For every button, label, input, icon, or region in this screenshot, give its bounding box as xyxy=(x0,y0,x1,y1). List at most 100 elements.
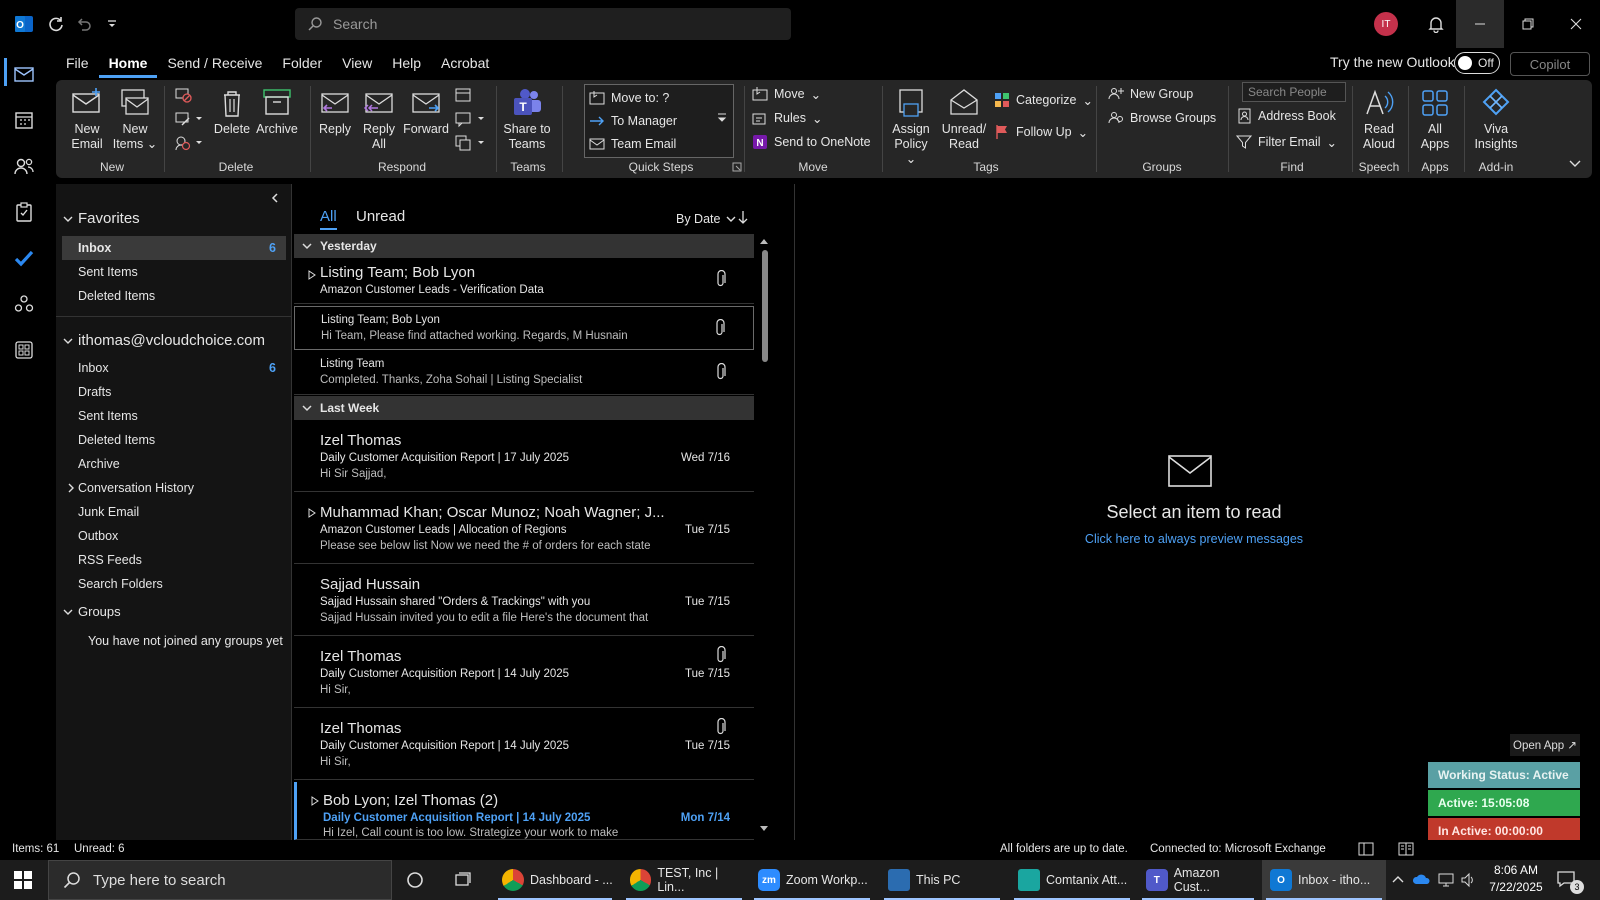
reply-all-button[interactable]: Reply All xyxy=(358,86,400,152)
tab-send-receive[interactable]: Send / Receive xyxy=(157,48,272,78)
tab-home[interactable]: Home xyxy=(98,48,158,78)
tab-all[interactable]: All xyxy=(320,208,337,230)
folder-archive[interactable]: Archive xyxy=(78,452,286,476)
reading-view-icon[interactable] xyxy=(1398,842,1414,856)
reply-button[interactable]: Reply xyxy=(314,86,356,137)
sort-by-date-button[interactable]: By Date xyxy=(676,212,736,226)
tab-acrobat[interactable]: Acrobat xyxy=(431,48,499,78)
ribbon-collapse-icon[interactable] xyxy=(1568,158,1582,170)
folder-outbox[interactable]: Outbox xyxy=(78,524,286,548)
more-respond-icon[interactable] xyxy=(454,134,486,152)
new-group-button[interactable]: New Group xyxy=(1108,84,1193,104)
always-preview-link[interactable]: Click here to always preview messages xyxy=(795,532,1593,546)
account-header[interactable]: ithomas@vcloudchoice.com xyxy=(62,332,265,349)
folder-favorite-deleted-items[interactable]: Deleted Items xyxy=(78,284,286,308)
all-apps-button[interactable]: All Apps xyxy=(1412,86,1458,152)
apps-grid-icon[interactable] xyxy=(12,338,36,362)
show-hidden-icons-icon[interactable] xyxy=(1392,874,1404,884)
avatar[interactable]: IT xyxy=(1374,12,1398,36)
cleanup-icon[interactable] xyxy=(174,110,204,128)
message-item[interactable]: Izel Thomas Daily Customer Acquisition R… xyxy=(294,638,754,708)
new-items-button[interactable]: New Items ⌄ xyxy=(112,86,158,152)
task-view-icon[interactable] xyxy=(454,871,472,889)
junk-icon[interactable] xyxy=(174,134,204,152)
message-item[interactable]: Listing Team; Bob Lyon Amazon Customer L… xyxy=(294,258,754,304)
message-item[interactable]: Listing Team; Bob Lyon Hi Team, Please f… xyxy=(294,306,754,350)
group-header-yesterday[interactable]: Yesterday xyxy=(294,234,754,258)
message-item[interactable]: Listing Team Completed. Thanks, Zoha Soh… xyxy=(294,351,754,395)
quick-step-to-manager[interactable]: To Manager xyxy=(589,111,677,131)
scroll-up-icon[interactable] xyxy=(758,236,770,246)
taskbar-app-comtanix[interactable]: Comtanix Att... xyxy=(1010,860,1134,900)
folder-junk-email[interactable]: Junk Email xyxy=(78,500,286,524)
tab-file[interactable]: File xyxy=(56,48,99,78)
expand-caret-icon[interactable] xyxy=(311,796,319,806)
taskbar-app-teams[interactable]: T Amazon Cust... xyxy=(1138,860,1258,900)
customize-toolbar-icon[interactable] xyxy=(100,12,124,36)
forward-button[interactable]: Forward xyxy=(402,86,450,137)
volume-icon[interactable] xyxy=(1460,872,1476,888)
taskbar-app-chrome-dashboard[interactable]: Dashboard - ... xyxy=(494,860,616,900)
groups-icon[interactable] xyxy=(12,292,36,316)
groups-header[interactable]: Groups xyxy=(62,604,121,619)
message-item[interactable]: Izel Thomas Daily Customer Acquisition R… xyxy=(294,422,754,492)
meeting-reply-icon[interactable] xyxy=(454,86,472,104)
folder-rss-feeds[interactable]: RSS Feeds xyxy=(78,548,286,572)
tab-folder[interactable]: Folder xyxy=(272,48,332,78)
taskbar-app-chrome-test[interactable]: TEST, Inc | Lin... xyxy=(622,860,746,900)
copilot-button[interactable]: Copilot xyxy=(1510,52,1590,76)
folder-favorite-sent-items[interactable]: Sent Items xyxy=(78,260,286,284)
viva-insights-button[interactable]: Viva Insights xyxy=(1468,86,1524,152)
taskbar-app-this-pc[interactable]: This PC xyxy=(880,860,1004,900)
folder-conversation-history[interactable]: Conversation History xyxy=(68,476,286,500)
folder-search-folders[interactable]: Search Folders xyxy=(78,572,286,596)
search-input[interactable]: Search xyxy=(295,8,791,40)
close-button[interactable] xyxy=(1552,0,1600,48)
tasks-icon[interactable] xyxy=(12,200,36,224)
expand-caret-icon[interactable] xyxy=(308,270,316,280)
sync-icon[interactable] xyxy=(44,12,68,36)
assign-policy-button[interactable]: Assign Policy ⌄ xyxy=(888,86,934,167)
taskbar-app-zoom[interactable]: zm Zoom Workp... xyxy=(750,860,874,900)
tab-view[interactable]: View xyxy=(332,48,382,78)
cortana-icon[interactable] xyxy=(406,871,424,889)
im-reply-icon[interactable] xyxy=(454,110,486,128)
send-to-onenote-button[interactable]: N Send to OneNote xyxy=(752,132,871,152)
rules-button[interactable]: Rules ⌄ xyxy=(752,108,822,128)
minimize-button[interactable] xyxy=(1456,0,1504,48)
new-outlook-toggle[interactable]: Off xyxy=(1454,52,1500,74)
message-item[interactable]: Bob Lyon; Izel Thomas (2) Daily Customer… xyxy=(294,782,754,840)
ignore-icon[interactable] xyxy=(174,86,192,104)
filter-email-button[interactable]: Filter Email ⌄ xyxy=(1236,132,1337,152)
undo-icon[interactable] xyxy=(72,12,96,36)
network-icon[interactable] xyxy=(1438,872,1454,888)
normal-view-icon[interactable] xyxy=(1358,842,1374,856)
todo-check-icon[interactable] xyxy=(12,246,36,270)
archive-button[interactable]: Archive xyxy=(254,86,300,137)
taskbar-search-input[interactable]: Type here to search xyxy=(48,860,392,900)
browse-groups-button[interactable]: Browse Groups xyxy=(1108,108,1216,128)
delete-button[interactable]: Delete xyxy=(212,86,252,137)
tab-unread[interactable]: Unread xyxy=(356,208,405,225)
unread-read-button[interactable]: Unread/ Read xyxy=(938,86,990,152)
address-book-button[interactable]: Address Book xyxy=(1236,106,1336,126)
follow-up-button[interactable]: Follow Up ⌄ xyxy=(994,122,1088,142)
quick-step-team-email[interactable]: Team Email xyxy=(589,134,676,154)
open-app-button[interactable]: Open App ↗ xyxy=(1510,734,1580,756)
collapse-pane-icon[interactable] xyxy=(270,192,280,204)
folder-inbox[interactable]: Inbox 6 xyxy=(78,356,286,380)
restore-button[interactable] xyxy=(1504,0,1552,48)
new-email-button[interactable]: New Email xyxy=(66,86,108,152)
notification-bell-icon[interactable] xyxy=(1424,12,1448,36)
move-button[interactable]: Move ⌄ xyxy=(752,84,821,104)
quick-step-move-to[interactable]: Move to: ? xyxy=(589,88,669,108)
tab-help[interactable]: Help xyxy=(382,48,431,78)
mail-icon[interactable] xyxy=(12,62,36,86)
scrollbar-thumb[interactable] xyxy=(762,250,768,362)
windows-start-icon[interactable] xyxy=(14,871,32,889)
expand-caret-icon[interactable] xyxy=(308,508,316,518)
quick-steps-more-icon[interactable] xyxy=(716,110,728,126)
taskbar-app-outlook[interactable]: O Inbox - itho... xyxy=(1262,860,1386,900)
message-item[interactable]: Izel Thomas Daily Customer Acquisition R… xyxy=(294,710,754,780)
message-item[interactable]: Muhammad Khan; Oscar Munoz; Noah Wagner;… xyxy=(294,494,754,564)
